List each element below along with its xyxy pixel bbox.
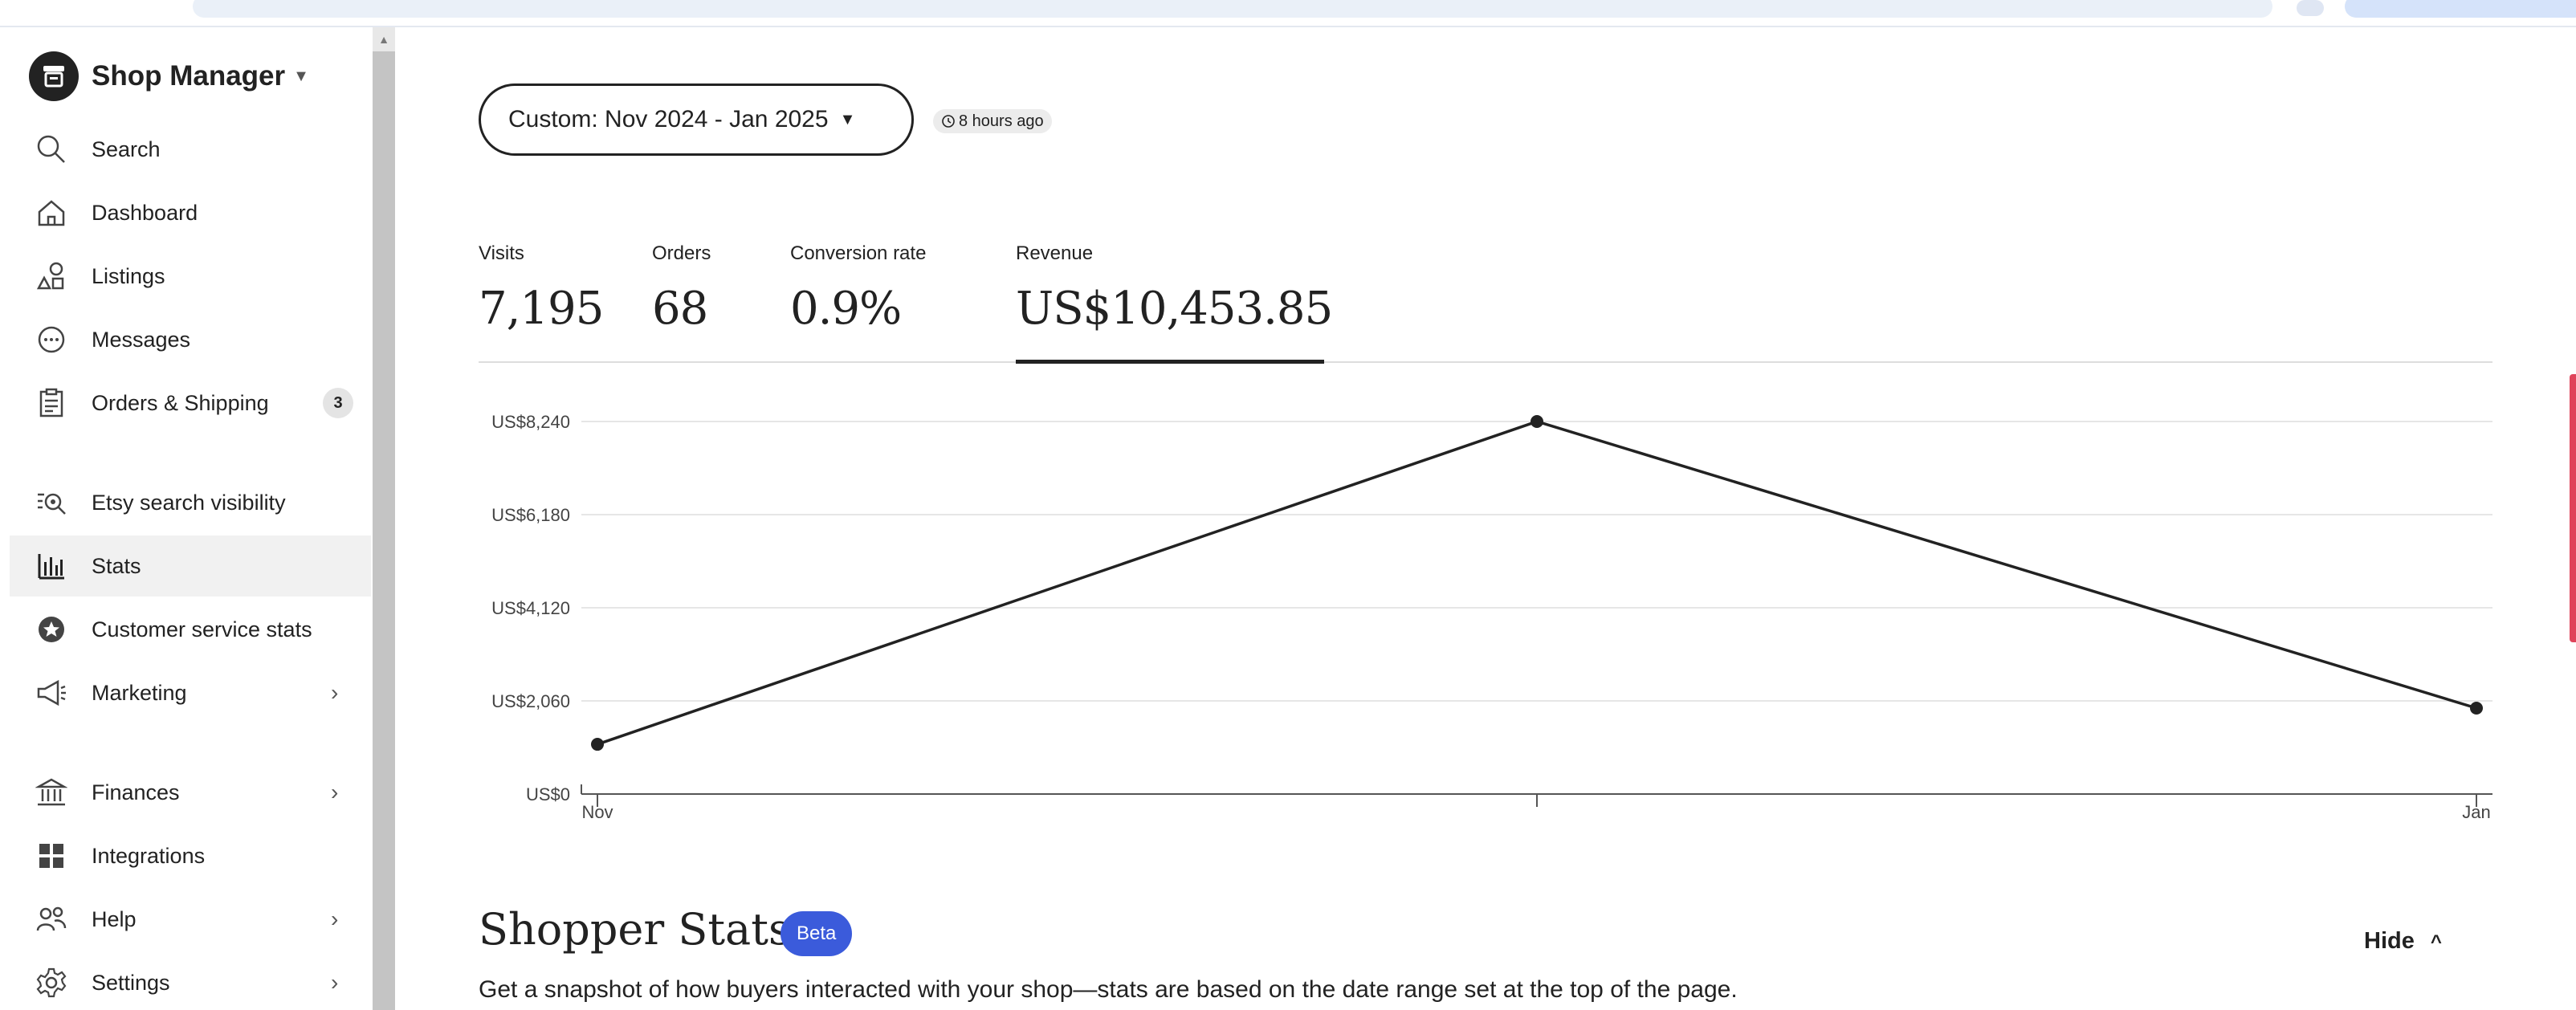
- metric-value: 68: [652, 283, 708, 335]
- sidebar-item-label: Finances: [92, 780, 180, 804]
- address-bar[interactable]: [193, 0, 2272, 18]
- metric-label: Revenue: [1016, 242, 1094, 264]
- y-tick-label: US$0: [526, 784, 570, 804]
- chevron-down-icon: ▼: [839, 110, 856, 128]
- metric-value: 0.9%: [790, 283, 902, 335]
- chevron-down-icon: ▼: [293, 67, 309, 85]
- sidebar-item-orders-shipping[interactable]: Orders & Shipping 3: [10, 373, 371, 434]
- metric-label: Orders: [652, 242, 711, 264]
- sidebar-item-settings[interactable]: Settings ›: [10, 952, 371, 1010]
- data-point: [1531, 415, 1543, 428]
- star-badge-icon: [34, 612, 69, 647]
- bar-chart-icon: [34, 548, 69, 584]
- chevron-right-icon: ›: [331, 906, 339, 931]
- shop-icon: [29, 51, 79, 101]
- sidebar-item-label: Stats: [92, 553, 141, 578]
- sidebar-item-label: Help: [92, 906, 137, 931]
- people-icon: [34, 902, 69, 937]
- megaphone-icon: [34, 675, 69, 711]
- clock-icon: [942, 115, 955, 128]
- selected-metric-indicator: [1016, 360, 1324, 364]
- sidebar-item-integrations[interactable]: Integrations: [10, 825, 371, 886]
- metric-visits[interactable]: Visits 7,195: [479, 242, 604, 335]
- x-tick-label: Jan: [2462, 802, 2490, 822]
- metric-orders[interactable]: Orders 68: [652, 242, 711, 335]
- profile-icon[interactable]: [2297, 0, 2324, 16]
- metric-value: US$10,453.85: [1016, 283, 1333, 335]
- gear-icon: [34, 965, 69, 1000]
- sidebar-item-label: Search: [92, 136, 161, 161]
- metric-label: Visits: [479, 242, 524, 264]
- beta-badge: Beta: [781, 911, 853, 956]
- scroll-up-icon[interactable]: ▲: [373, 27, 395, 51]
- revenue-line-chart: US$0 US$2,060 US$4,120 US$6,180 US$8,240 Nov J…: [491, 412, 2492, 822]
- hide-label: Hide: [2364, 928, 2415, 954]
- chat-icon: [34, 322, 69, 357]
- sidebar: Shop Manager ▼ Search Dashboard Listings…: [0, 27, 371, 1010]
- bank-icon: [34, 775, 69, 810]
- chevron-right-icon: ›: [331, 970, 339, 995]
- metric-revenue[interactable]: Revenue US$10,453.85: [1016, 242, 1333, 335]
- sidebar-scrollbar[interactable]: ▲: [373, 27, 395, 1010]
- sidebar-item-label: Messages: [92, 327, 191, 352]
- metrics-divider: [479, 361, 2492, 363]
- sidebar-item-finances[interactable]: Finances ›: [10, 762, 371, 823]
- shop-manager-menu[interactable]: Shop Manager ▼: [29, 51, 309, 101]
- chevron-up-icon: ^: [2430, 931, 2442, 953]
- sidebar-item-label: Integrations: [92, 843, 206, 868]
- y-tick-label: US$6,180: [491, 505, 570, 525]
- x-tick-label: Nov: [581, 802, 613, 822]
- sidebar-item-label: Orders & Shipping: [92, 390, 269, 415]
- metric-value: 7,195: [479, 283, 604, 335]
- chevron-right-icon: ›: [331, 780, 339, 804]
- shopper-stats-title: Shopper Stats: [479, 904, 791, 955]
- data-point: [2470, 702, 2483, 715]
- date-range-dropdown[interactable]: Custom: Nov 2024 - Jan 2025 ▼: [479, 83, 914, 156]
- metric-label: Conversion rate: [790, 242, 927, 264]
- search-icon: [34, 132, 69, 167]
- sidebar-item-search-visibility[interactable]: Etsy search visibility: [10, 472, 371, 533]
- sidebar-item-marketing[interactable]: Marketing ›: [10, 662, 371, 723]
- sidebar-item-label: Listings: [92, 263, 165, 288]
- sidebar-item-label: Etsy search visibility: [92, 490, 286, 515]
- sidebar-item-label: Customer service stats: [92, 617, 312, 641]
- home-icon: [34, 195, 69, 230]
- metric-conversion-rate[interactable]: Conversion rate 0.9%: [790, 242, 926, 335]
- y-tick-label: US$4,120: [491, 598, 570, 618]
- sidebar-item-dashboard[interactable]: Dashboard: [10, 182, 371, 243]
- sidebar-item-label: Marketing: [92, 680, 187, 705]
- sidebar-item-messages[interactable]: Messages: [10, 309, 371, 370]
- shapes-icon: [34, 259, 69, 294]
- last-updated-text: 8 hours ago: [959, 112, 1044, 130]
- shopper-stats-description: Get a snapshot of how buyers interacted …: [479, 976, 1738, 1003]
- sidebar-item-label: Dashboard: [92, 200, 198, 225]
- browser-action-button[interactable]: [2345, 0, 2576, 18]
- chevron-right-icon: ›: [331, 680, 339, 705]
- sidebar-item-search[interactable]: Search: [10, 119, 371, 180]
- browser-toolbar: [0, 0, 2576, 27]
- sidebar-item-label: Settings: [92, 970, 170, 995]
- sidebar-item-stats[interactable]: Stats: [10, 536, 371, 597]
- y-tick-label: US$8,240: [491, 412, 570, 432]
- shop-manager-title: Shop Manager: [92, 60, 286, 92]
- orders-count-badge: 3: [323, 388, 353, 418]
- search-list-icon: [34, 485, 69, 520]
- feedback-tab[interactable]: [2570, 374, 2576, 642]
- sidebar-item-customer-service-stats[interactable]: Customer service stats: [10, 599, 371, 660]
- data-point: [591, 738, 604, 751]
- revenue-series-line: [597, 420, 2477, 746]
- date-range-label: Custom: Nov 2024 - Jan 2025: [508, 106, 829, 132]
- last-updated-badge: 8 hours ago: [933, 109, 1052, 133]
- grid-icon: [34, 838, 69, 874]
- clipboard-icon: [34, 385, 69, 421]
- hide-button[interactable]: Hide ^: [2364, 928, 2442, 955]
- y-tick-label: US$2,060: [491, 691, 570, 711]
- sidebar-item-listings[interactable]: Listings: [10, 246, 371, 307]
- sidebar-item-help[interactable]: Help ›: [10, 889, 371, 950]
